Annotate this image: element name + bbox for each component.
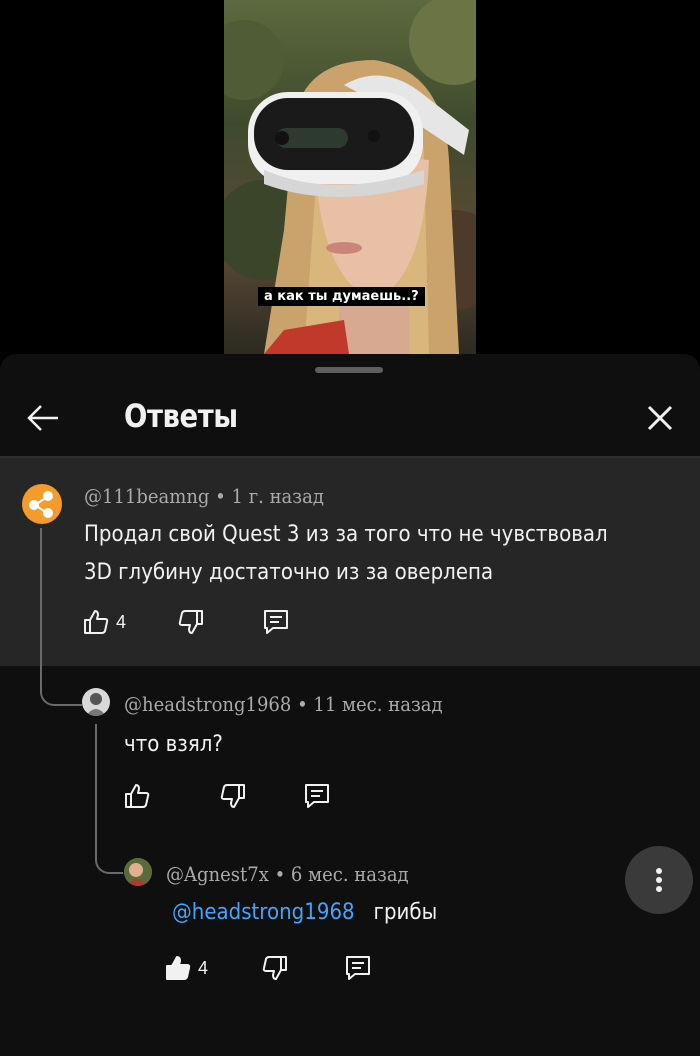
reply-button[interactable] <box>261 608 291 636</box>
thumbs-down-icon <box>262 956 287 980</box>
drag-handle[interactable] <box>315 367 383 373</box>
avatar[interactable] <box>82 688 110 716</box>
close-icon <box>647 405 673 431</box>
comment-meta: @111beamng • 1 г. назад <box>84 484 324 508</box>
comment-author[interactable]: @111beamng <box>84 484 209 508</box>
user-avatar-icon <box>124 858 152 886</box>
mention-link[interactable]: @headstrong1968 <box>172 900 355 925</box>
comment-text-line: @headstrong1968 грибы <box>172 894 437 931</box>
like-count: 4 <box>116 611 127 632</box>
dislike-button[interactable] <box>261 954 289 982</box>
thumbs-up-icon <box>125 784 150 808</box>
like-button[interactable]: 4 <box>82 608 126 636</box>
video-subtitle: а как ты думаешь..? <box>258 287 425 306</box>
comment-text <box>361 900 374 925</box>
comment-meta: @Agnest7x • 6 мес. назад <box>166 862 409 886</box>
panel-title: Ответы <box>124 397 238 435</box>
comment-text-line: что взял? <box>124 732 223 757</box>
like-button[interactable] <box>123 782 151 810</box>
reply-button[interactable] <box>343 954 373 982</box>
meta-separator: • <box>215 484 232 508</box>
thumbs-down-icon <box>220 784 245 808</box>
reply-icon <box>346 956 370 980</box>
comment-time: 6 мес. назад <box>290 862 409 886</box>
like-button[interactable]: 4 <box>164 954 208 982</box>
avatar[interactable] <box>124 858 152 886</box>
comment-author[interactable]: @headstrong1968 <box>124 692 291 716</box>
comment-meta: @headstrong1968 • 11 мес. назад <box>124 692 443 716</box>
thread-line <box>40 528 82 706</box>
dislike-button[interactable] <box>177 608 205 636</box>
avatar[interactable] <box>22 484 62 524</box>
thread-line <box>95 724 123 874</box>
comment-text: грибы <box>373 900 438 925</box>
meta-separator: • <box>274 862 291 886</box>
back-button[interactable] <box>24 398 64 438</box>
comment-text-line: Продал свой Quest 3 из за того что не чу… <box>84 522 608 547</box>
parent-comment: @111beamng • 1 г. назад Продал свой Ques… <box>0 458 700 666</box>
comment-author[interactable]: @Agnest7x <box>166 862 269 886</box>
replies-panel: Ответы @111beamng • 1 г. назад Продал св… <box>0 354 700 1056</box>
more-vertical-icon <box>656 868 662 892</box>
meta-separator: • <box>297 692 314 716</box>
like-count: 4 <box>198 957 209 978</box>
video-player[interactable]: а как ты думаешь..? <box>0 0 700 354</box>
comment-text-line: 3D глубину достаточно из за оверлепа <box>84 560 494 585</box>
reply-button[interactable] <box>302 782 332 810</box>
close-button[interactable] <box>640 398 680 438</box>
panel-header: Ответы <box>0 388 700 456</box>
reply-icon <box>305 784 329 808</box>
more-options-button[interactable] <box>625 846 693 914</box>
reply-icon <box>264 610 288 634</box>
share-nodes-icon <box>29 491 53 518</box>
arrow-left-icon <box>27 405 58 431</box>
dislike-button[interactable] <box>219 782 247 810</box>
thumbs-down-icon <box>178 610 203 634</box>
thumbs-up-icon <box>84 610 109 634</box>
thumbs-up-filled-icon <box>166 956 191 980</box>
user-avatar-icon <box>86 693 106 716</box>
comment-time: 1 г. назад <box>231 484 324 508</box>
comment-time: 11 мес. назад <box>313 692 443 716</box>
